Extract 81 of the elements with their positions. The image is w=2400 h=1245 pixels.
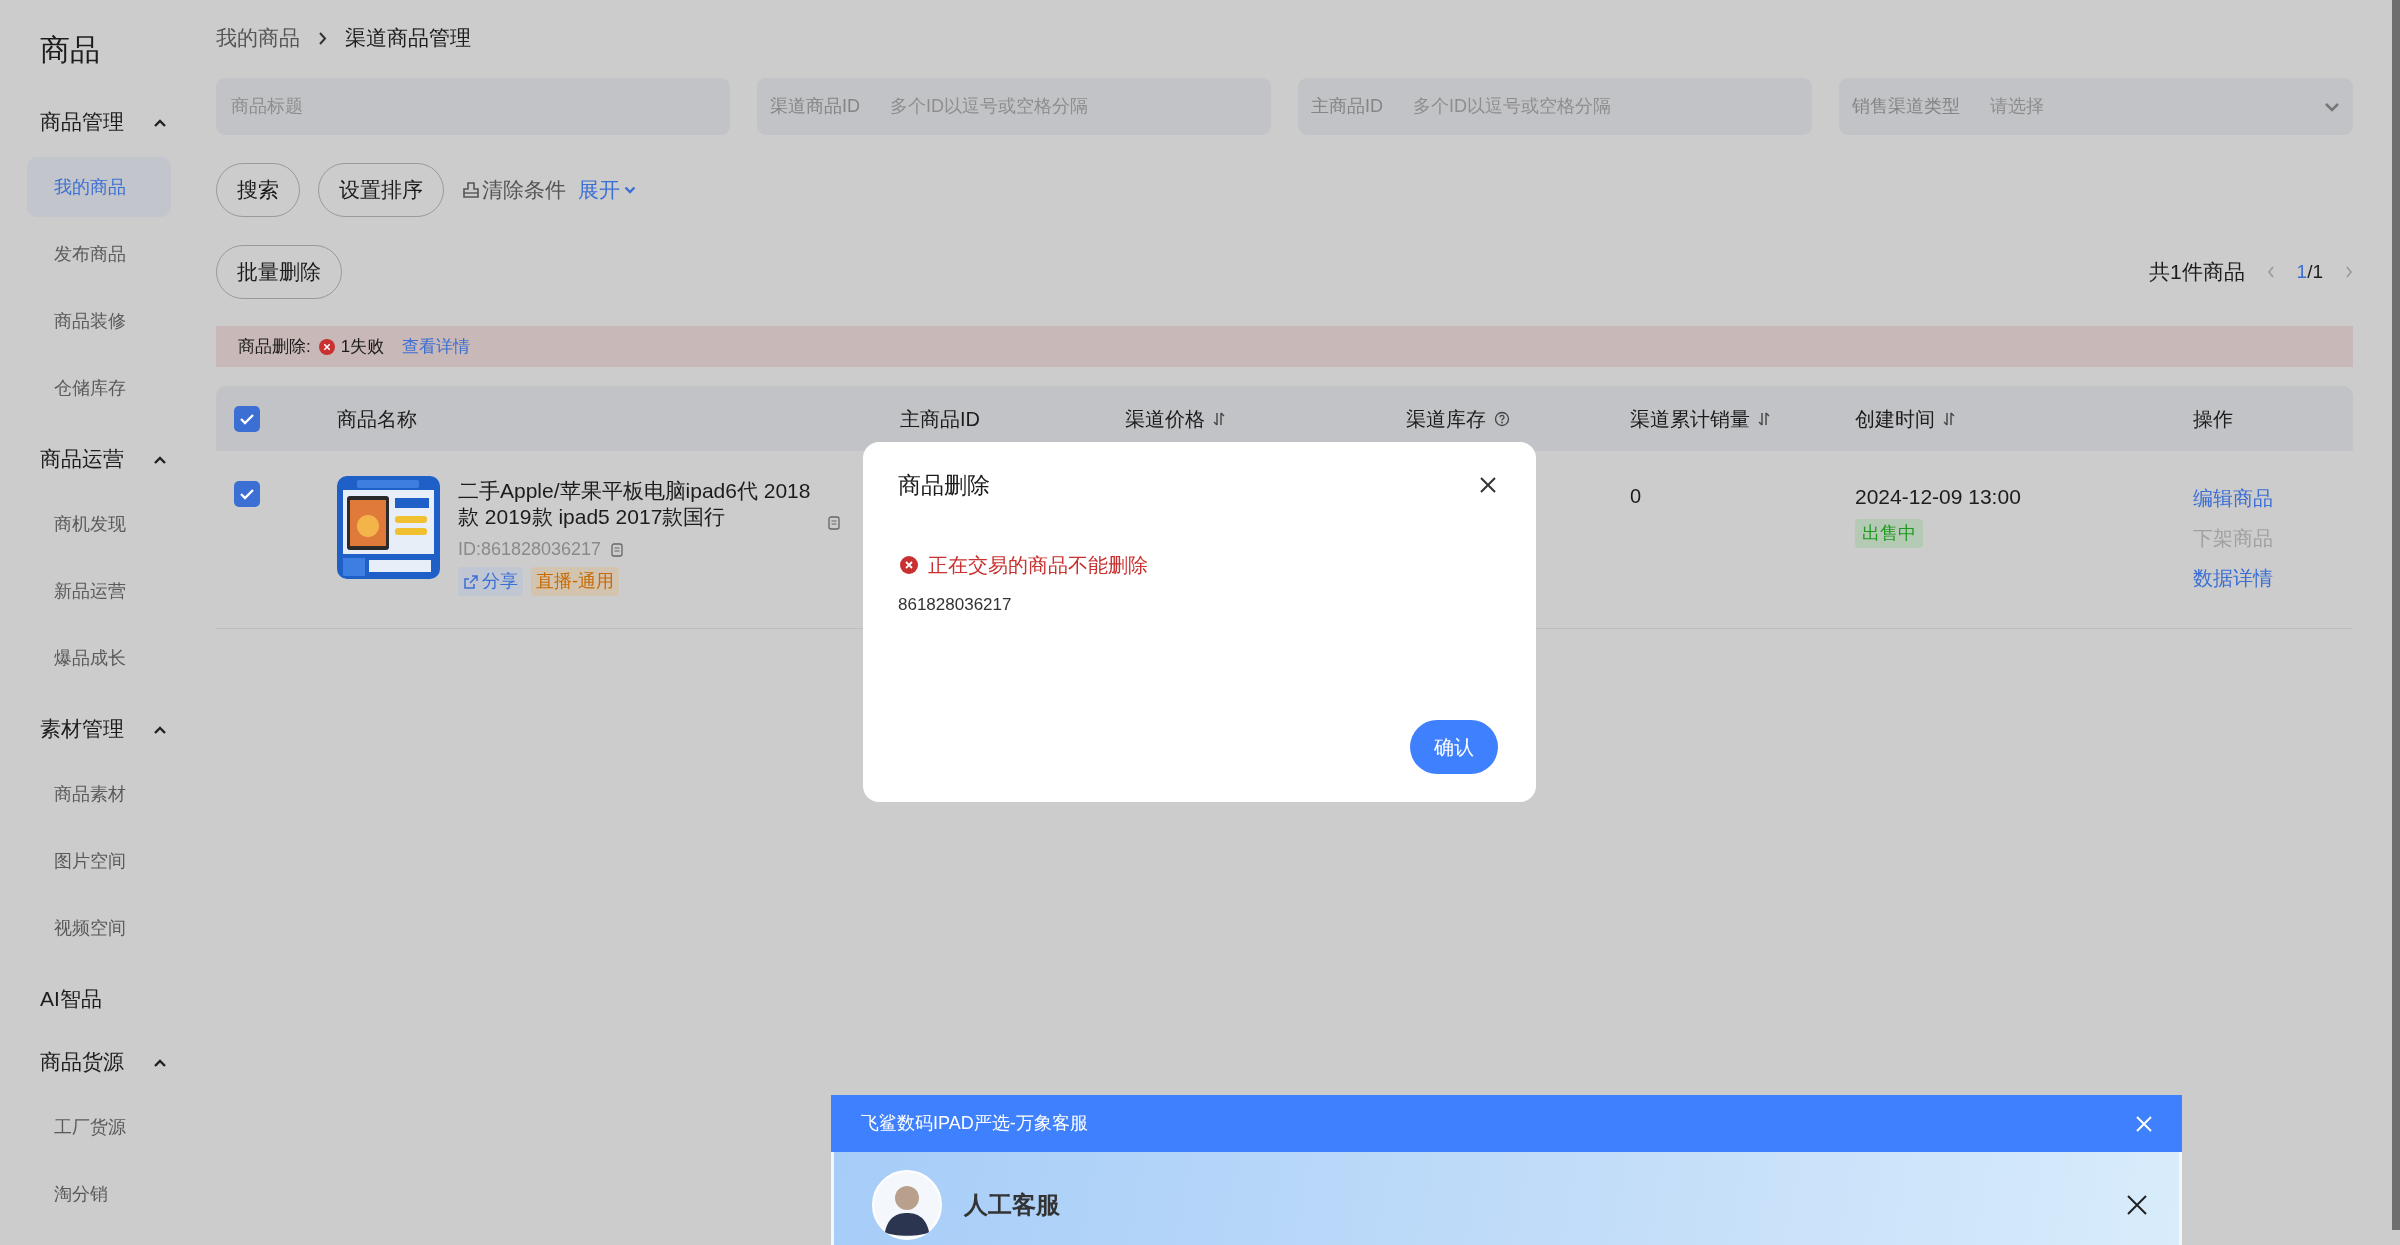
action-link[interactable]: 编辑商品	[2193, 483, 2353, 513]
table-cell: 0	[1630, 485, 1642, 507]
sidebar-item[interactable]: 商品素材	[27, 764, 171, 824]
column-header[interactable]: 渠道价格	[1125, 403, 1205, 434]
chevron-right-icon	[318, 31, 327, 45]
clear-link[interactable]: 清除条件	[462, 174, 566, 206]
page-number: 1/1	[2296, 259, 2323, 284]
share-tag[interactable]: 分享	[458, 567, 523, 596]
dialog-title: 商品删除	[898, 470, 990, 500]
agent-name: 人工客服	[964, 1189, 1061, 1220]
alert-label: 商品删除:	[238, 335, 311, 358]
expand-link[interactable]: 展开	[578, 174, 636, 206]
field-label: 渠道商品ID	[770, 95, 860, 118]
share-icon	[463, 573, 479, 590]
sidebar-item[interactable]: 视频空间	[27, 898, 171, 958]
sort-icon[interactable]	[1213, 411, 1225, 426]
sidebar-item[interactable]: 工厂货源	[27, 1097, 171, 1157]
sidebar-item[interactable]: 商品装修	[27, 291, 171, 351]
column-header: 操作	[2193, 406, 2233, 432]
checkbox[interactable]	[234, 405, 260, 432]
product-title: 二手Apple/苹果平板电脑ipad6代 2018款 2019款 ipad5 2017款国行	[458, 478, 812, 530]
caret-up-icon[interactable]	[153, 724, 167, 734]
chat-title: 飞鲨数码IPAD严选-万象客服	[861, 1112, 1088, 1135]
sidebar-item[interactable]: 图片空间	[27, 831, 171, 891]
input-field[interactable]: 多个ID以逗号或空格分隔	[888, 92, 1258, 121]
product-id: ID:861828036217	[458, 538, 602, 561]
caret-up-icon[interactable]	[153, 454, 167, 464]
field-label: 主商品ID	[1311, 95, 1383, 118]
caret-up-icon[interactable]	[153, 117, 167, 127]
total-count: 共1件商品	[2148, 259, 2245, 286]
field-label: 销售渠道类型	[1852, 95, 1960, 118]
sidebar-title: 商品	[39, 32, 101, 68]
checkmark-icon	[239, 488, 255, 500]
input-field[interactable]: 请选择	[1988, 92, 2324, 121]
close-icon[interactable]	[1478, 475, 1498, 495]
sidebar-group[interactable]: 素材管理	[40, 713, 124, 745]
copy-icon[interactable]	[609, 542, 626, 557]
broom-icon	[462, 181, 480, 199]
column-header: 渠道库存	[1406, 406, 1486, 432]
alert-result: 1失败	[340, 335, 385, 358]
input-field[interactable]: 多个ID以逗号或空格分隔	[1411, 92, 1799, 121]
details-link[interactable]: 查看详情	[402, 333, 471, 360]
error-message: 正在交易的商品不能删除	[928, 553, 1148, 578]
column-header[interactable]: 渠道累计销量	[1630, 403, 1750, 434]
action-link[interactable]: 数据详情	[2193, 563, 2353, 593]
input-field[interactable]: 商品标题	[229, 92, 717, 121]
sidebar-item[interactable]: 爆品成长	[27, 628, 171, 688]
sort-icon[interactable]	[1758, 411, 1770, 426]
sidebar-item[interactable]: 仓储库存	[27, 358, 171, 418]
avatar	[872, 1169, 942, 1240]
channel-tag: 直播-通用	[531, 567, 619, 596]
column-header: 商品名称	[337, 406, 417, 432]
checkbox[interactable]	[234, 481, 260, 507]
copy-icon[interactable]	[826, 516, 842, 530]
chevron-down-icon	[624, 186, 636, 194]
confirm-button[interactable]: 确认	[1410, 720, 1498, 774]
sidebar-group[interactable]: AI智品	[40, 983, 102, 1015]
sidebar-item[interactable]: 淘分销	[27, 1164, 171, 1224]
error-icon	[318, 338, 335, 355]
sidebar-item[interactable]: 发布商品	[27, 224, 171, 284]
sort-icon[interactable]	[1943, 411, 1955, 426]
sidebar-item[interactable]: 商机发现	[27, 494, 171, 554]
error-icon	[900, 556, 918, 574]
column-header[interactable]: 创建时间	[1855, 403, 1935, 434]
caret-up-icon[interactable]	[153, 1057, 167, 1067]
product-id: 861828036217	[898, 594, 1013, 616]
sidebar-item[interactable]: 新品运营	[27, 561, 171, 621]
breadcrumb-item: 渠道商品管理	[345, 25, 471, 52]
table-cell-text: 2024-12-09 13:00	[1855, 484, 2022, 510]
chevron-down-icon	[2324, 101, 2340, 112]
checkmark-icon	[239, 412, 255, 425]
sidebar-item[interactable]: 我的商品	[27, 157, 171, 217]
scrollbar[interactable]	[2392, 0, 2400, 1230]
close-icon[interactable]	[2125, 1192, 2149, 1217]
search-field[interactable]: 商品标题	[216, 78, 730, 135]
sidebar-group[interactable]: 商品管理	[40, 106, 124, 138]
sidebar-group[interactable]: 商品货源	[40, 1046, 124, 1078]
status-tag: 出售中	[1855, 518, 1923, 548]
sidebar-group[interactable]: 商品运营	[40, 443, 124, 475]
breadcrumb-item[interactable]: 我的商品	[216, 22, 300, 54]
column-header: 主商品ID	[900, 406, 980, 432]
